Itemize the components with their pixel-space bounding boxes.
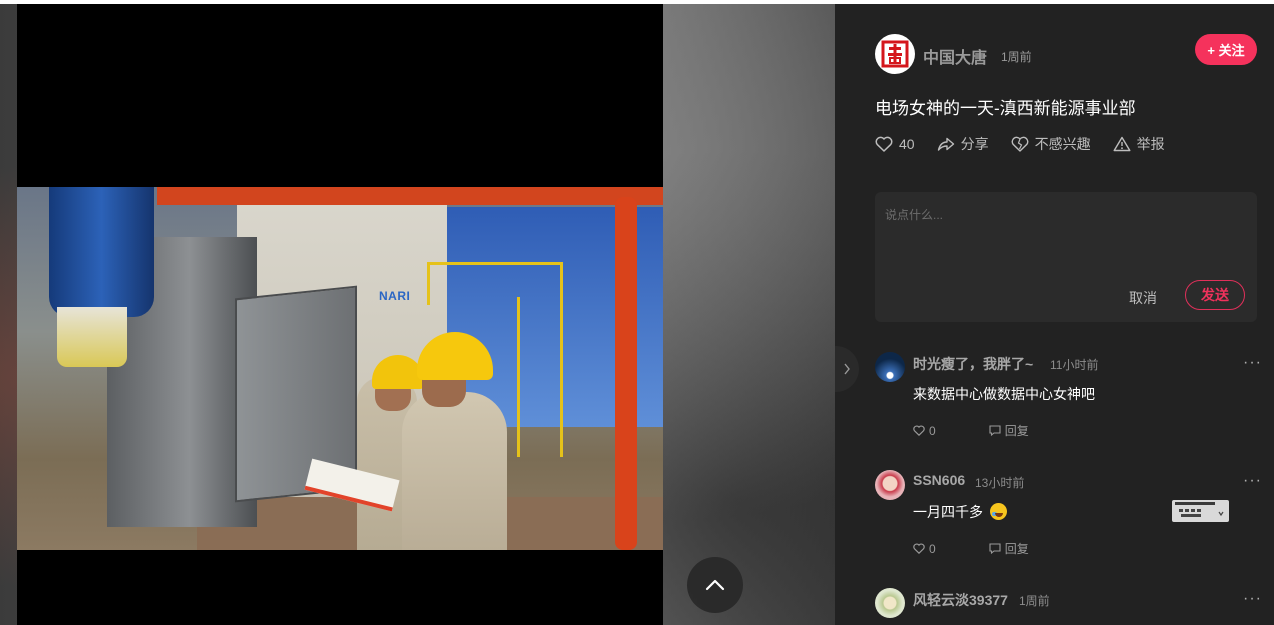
commenter-avatar[interactable] xyxy=(875,352,905,382)
crying-laughing-emoji-icon xyxy=(989,503,1007,520)
dislike-label: 不感兴趣 xyxy=(1034,136,1091,152)
post-photo: NARI xyxy=(17,187,663,550)
comment-reply-button[interactable]: 回复 xyxy=(989,422,1029,439)
comment-like-button[interactable]: 0 xyxy=(913,542,936,556)
comment-like-count: 0 xyxy=(929,423,936,438)
share-label: 分享 xyxy=(960,136,989,152)
more-options-button[interactable]: ··· xyxy=(1243,590,1262,608)
reply-label: 回复 xyxy=(1004,424,1029,438)
like-button[interactable]: 40 xyxy=(875,136,915,152)
author-avatar[interactable] xyxy=(875,34,915,74)
comment-time: 11小时前 xyxy=(1050,358,1099,372)
commenter-avatar[interactable] xyxy=(875,470,905,500)
comment-text: 来数据中心做数据中心女神吧 xyxy=(913,386,1095,402)
keyboard-icon[interactable] xyxy=(1172,500,1229,522)
chevron-up-icon xyxy=(705,579,725,591)
commenter-name[interactable]: 风轻云淡39377 xyxy=(913,590,1008,610)
comment-like-button[interactable]: 0 xyxy=(913,424,936,438)
chevron-right-icon xyxy=(844,363,850,375)
post-actions: 40 分享 不感兴趣 举报 xyxy=(875,134,1187,154)
more-options-button[interactable]: ··· xyxy=(1243,472,1262,490)
post-time: 1周前 xyxy=(1001,50,1032,64)
photo-brand-text: NARI xyxy=(379,289,411,303)
comment-actions: 0 回复 xyxy=(913,540,1029,557)
broken-heart-icon xyxy=(1011,136,1028,152)
reply-icon xyxy=(989,543,1001,554)
send-button[interactable]: 发送 xyxy=(1185,280,1245,310)
photo-tank xyxy=(49,187,154,317)
comment-time: 1周前 xyxy=(1019,594,1050,608)
more-options-button[interactable]: ··· xyxy=(1243,354,1262,372)
scroll-up-button[interactable] xyxy=(687,557,743,613)
comment-text-content: 一月四千多 xyxy=(913,504,983,520)
logo-icon xyxy=(881,40,909,68)
report-button[interactable]: 举报 xyxy=(1113,134,1165,154)
share-icon xyxy=(937,137,954,151)
follow-button[interactable]: + 关注 xyxy=(1195,34,1257,65)
cancel-button[interactable]: 取消 xyxy=(1129,288,1157,308)
warning-icon xyxy=(1113,136,1131,152)
comment-text: 一月四千多 xyxy=(913,502,1007,522)
comment-composer: 取消 发送 xyxy=(875,192,1257,322)
comment-input[interactable] xyxy=(883,204,1247,278)
commenter-avatar[interactable] xyxy=(875,588,905,618)
heart-icon xyxy=(913,543,925,554)
comment-time: 13小时前 xyxy=(975,476,1025,490)
photo-pipe-vertical xyxy=(615,197,637,550)
report-label: 举报 xyxy=(1136,136,1165,152)
media-viewer: NARI xyxy=(0,4,835,625)
share-button[interactable]: 分享 xyxy=(937,134,989,154)
side-panel: 中国大唐 1周前 + 关注 电场女神的一天-滇西新能源事业部 40 分享 不感兴… xyxy=(835,4,1274,625)
heart-icon xyxy=(875,136,893,152)
dislike-button[interactable]: 不感兴趣 xyxy=(1011,134,1091,154)
photo-pipe xyxy=(157,187,663,205)
photo-worker xyxy=(402,392,507,550)
comment-reply-button[interactable]: 回复 xyxy=(989,540,1029,557)
photo-stairs xyxy=(517,297,563,457)
photo-jar xyxy=(57,307,127,367)
media-frame[interactable]: NARI xyxy=(17,4,663,625)
commenter-name[interactable]: 时光瘦了，我胖了~ xyxy=(913,354,1033,374)
like-count: 40 xyxy=(899,136,915,152)
comment-like-count: 0 xyxy=(929,541,936,556)
post-title: 电场女神的一天-滇西新能源事业部 xyxy=(875,99,1136,118)
comment-actions: 0 回复 xyxy=(913,422,1029,439)
video-page: NARI 中国大唐 1周前 + 关注 电场女神的一天-滇西新能源事业部 40 分… xyxy=(0,4,1274,625)
reply-label: 回复 xyxy=(1004,542,1029,556)
keyboard-glyph xyxy=(1175,502,1224,517)
heart-icon xyxy=(913,425,925,436)
author-name[interactable]: 中国大唐 xyxy=(923,44,987,68)
reply-icon xyxy=(989,425,1001,436)
commenter-name[interactable]: SSN606 xyxy=(913,472,965,488)
